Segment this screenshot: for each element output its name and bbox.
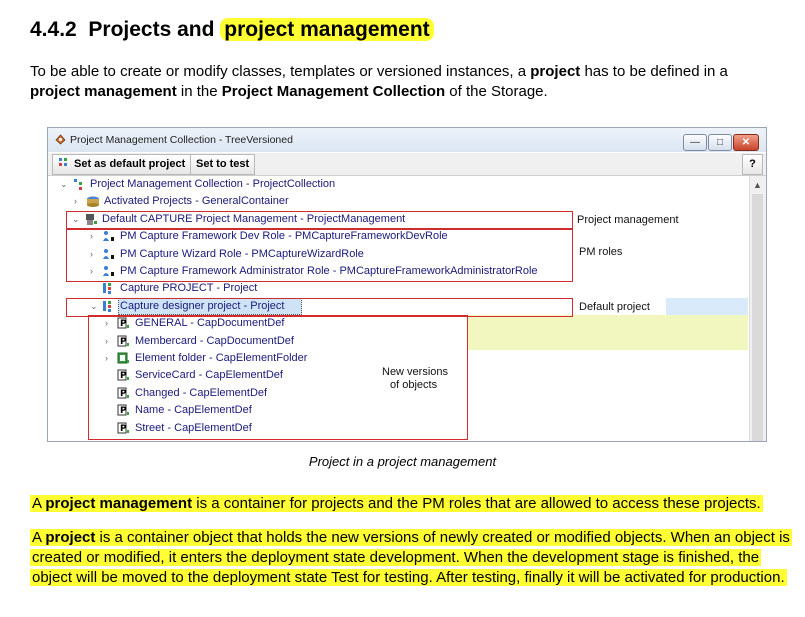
tree-item-label: Activated Projects - GeneralContainer	[104, 195, 289, 208]
tree-item-label: Capture PROJECT - Project	[120, 282, 258, 295]
intro-bold: Project Management Collection	[221, 83, 446, 100]
para-text: is a container object that holds the new…	[32, 529, 790, 586]
scroll-thumb[interactable]	[752, 194, 763, 441]
window-titlebar: Project Management Collection - TreeVers…	[48, 128, 766, 152]
minimize-button[interactable]: —	[683, 134, 707, 151]
intro-text: has to be defined in a	[580, 63, 728, 80]
app-icon	[55, 134, 66, 145]
intro-text: in the	[176, 83, 222, 100]
note-project-management: Project management	[577, 214, 679, 226]
scroll-up-icon[interactable]: ▲	[753, 180, 762, 190]
intro-bold: project management	[30, 83, 177, 100]
project-tree-icon	[59, 158, 67, 166]
figure-caption: Project in a project management	[308, 454, 497, 469]
set-to-test-button[interactable]: Set to test	[190, 154, 256, 175]
section-heading: 4.4.2 Projects and project management	[30, 18, 434, 42]
maximize-button[interactable]: □	[708, 134, 732, 151]
help-button[interactable]: ?	[742, 154, 763, 175]
para-text: A	[32, 495, 46, 512]
note-new-versions-2: of objects	[390, 379, 438, 391]
container-icon	[87, 196, 99, 208]
heading-text: Projects and	[88, 18, 215, 41]
para-text: A	[32, 529, 46, 546]
note-pm-roles: PM roles	[579, 246, 623, 258]
intro-text: To be able to create or modify classes, …	[30, 63, 531, 80]
set-default-project-button[interactable]: Set as default project	[52, 154, 192, 175]
close-button[interactable]: ✕	[733, 134, 759, 151]
paragraph-project-management: A project management is a container for …	[30, 494, 790, 514]
project-icon	[103, 283, 111, 295]
intro-bold: project	[530, 63, 581, 80]
note-new-versions-1: New versions	[382, 366, 449, 378]
expand-arrow-icon[interactable]: ›	[74, 193, 77, 210]
collection-icon	[74, 179, 82, 190]
toolbar: Set as default project Set to test ?	[48, 153, 766, 176]
paragraph-project: A project is a container object that hol…	[30, 528, 792, 588]
vertical-scrollbar[interactable]: ▲	[749, 176, 766, 441]
box-pm-roles	[66, 228, 573, 283]
note-default-project: Default project	[579, 301, 650, 313]
heading-highlight: project management	[220, 18, 434, 41]
section-number: 4.4.2	[30, 18, 77, 41]
tree-item[interactable]: › Activated Projects - GeneralContainer	[48, 193, 748, 210]
collapse-arrow-icon[interactable]: ⌄	[60, 176, 68, 193]
set-default-project-label: Set as default project	[74, 158, 186, 170]
para-bold: project management	[45, 495, 193, 512]
para-bold: project	[45, 529, 96, 546]
intro-paragraph: To be able to create or modify classes, …	[30, 62, 780, 102]
para-text: is a container for projects and the PM r…	[192, 495, 761, 512]
screenshot-window: Project Management Collection - TreeVers…	[47, 127, 767, 442]
window-title: Project Management Collection - TreeVers…	[70, 134, 293, 146]
tree-item[interactable]: Capture PROJECT - Project	[48, 280, 748, 297]
intro-text: of the Storage.	[445, 83, 548, 100]
tree-item[interactable]: ⌄ Project Management Collection - Project…	[48, 176, 748, 193]
tree-item-label: Project Management Collection - ProjectC…	[90, 178, 336, 190]
